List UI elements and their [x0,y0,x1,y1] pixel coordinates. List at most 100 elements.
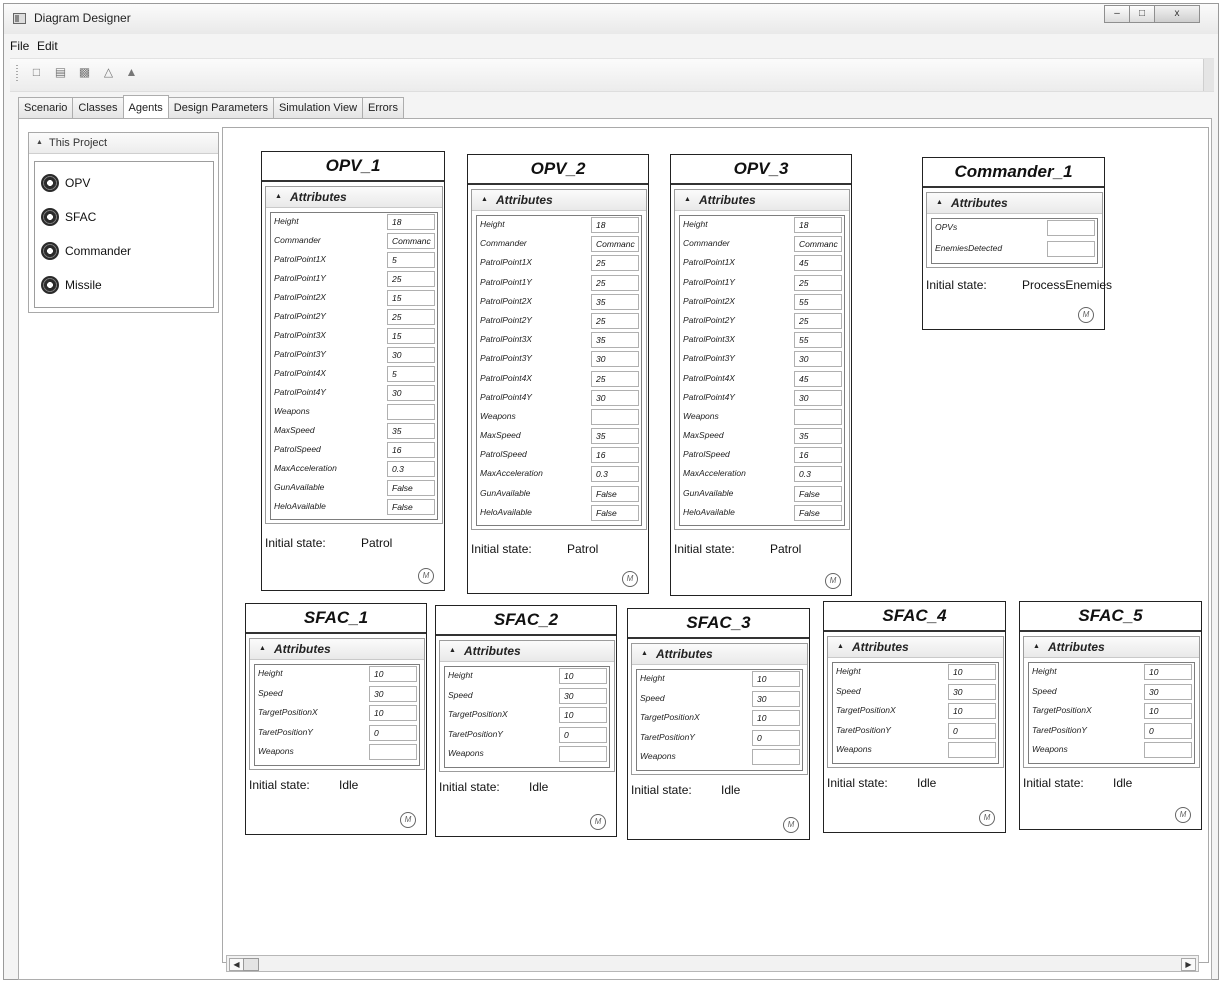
attribute-value-field[interactable]: 5 [387,252,435,268]
attribute-value-field[interactable] [948,742,996,758]
toolbar-overflow[interactable] [1203,59,1214,91]
attribute-value-field[interactable] [387,404,435,420]
initial-state-value[interactable]: Patrol [361,536,392,550]
attribute-value-field[interactable]: 18 [387,214,435,230]
attribute-value-field[interactable]: 30 [794,351,842,368]
attribute-value-field[interactable]: 0.3 [387,461,435,477]
attribute-value-field[interactable]: False [387,499,435,515]
scroll-thumb[interactable] [243,958,259,971]
toolbar-grip[interactable] [16,65,18,83]
agent-card-sfac_2[interactable]: SFAC_2 Attributes Height 10 Speed 30 TargetPos… [435,605,617,837]
menu-file[interactable]: File [10,39,29,53]
initial-state-value[interactable]: Idle [721,783,740,797]
scroll-right-icon[interactable]: ▶ [1181,958,1196,971]
attribute-value-field[interactable]: 55 [794,332,842,349]
attribute-value-field[interactable]: 25 [794,274,842,291]
attribute-value-field[interactable]: 16 [387,442,435,458]
print-icon[interactable]: △ [102,65,115,79]
attribute-value-field[interactable]: 10 [1144,664,1192,680]
attribute-value-field[interactable]: 5 [387,366,435,382]
attribute-value-field[interactable]: 55 [794,293,842,310]
attribute-value-field[interactable]: 10 [752,710,800,726]
menu-edit[interactable]: Edit [37,39,58,53]
attribute-value-field[interactable]: Commanc [591,236,639,253]
attribute-value-field[interactable]: False [794,485,842,502]
tab-errors[interactable]: Errors [362,97,404,118]
attribute-value-field[interactable] [1047,220,1095,236]
attributes-expander[interactable]: Attributes [1024,637,1199,658]
diagram-canvas[interactable]: OPV_1AttributesHeight18CommanderCommancP… [222,127,1209,963]
tab-agents[interactable]: Agents [122,95,169,118]
attribute-value-field[interactable]: 30 [387,347,435,363]
attribute-value-field[interactable]: 25 [387,309,435,325]
attribute-value-field[interactable]: 25 [591,312,639,329]
project-item-opv[interactable]: OPV [41,174,90,192]
tab-scenario[interactable]: Scenario [18,97,74,118]
attribute-value-field[interactable]: 35 [794,428,842,445]
attribute-value-field[interactable]: 0 [948,722,996,739]
attribute-value-field[interactable]: 0.3 [591,466,639,483]
maximize-button[interactable]: □ [1129,5,1155,23]
agent-card-sfac_1[interactable]: SFAC_1 Attributes Height 10 Speed 30 TargetPos… [245,603,427,835]
export-icon[interactable]: ▲ [125,65,138,79]
attribute-value-field[interactable]: 35 [591,332,639,349]
attribute-value-field[interactable] [1047,241,1095,257]
new-icon[interactable]: □ [30,65,43,79]
attribute-value-field[interactable]: 30 [752,690,800,707]
attribute-value-field[interactable]: 0.3 [794,466,842,483]
attribute-value-field[interactable]: False [387,480,435,496]
attribute-value-field[interactable] [559,746,607,762]
attribute-value-field[interactable] [591,408,639,425]
attributes-expander[interactable]: Attributes [675,190,849,211]
attribute-value-field[interactable] [1144,742,1192,758]
attribute-value-field[interactable]: 25 [387,271,435,287]
attribute-value-field[interactable] [794,408,842,425]
attribute-value-field[interactable]: 16 [591,447,639,464]
attribute-value-field[interactable]: 30 [369,685,417,702]
attribute-value-field[interactable]: 30 [591,351,639,368]
attribute-value-field[interactable]: 25 [591,274,639,291]
attribute-value-field[interactable]: 10 [559,707,607,723]
attributes-expander[interactable]: Attributes [828,637,1003,658]
attributes-expander[interactable]: Attributes [250,639,424,660]
attribute-value-field[interactable]: 15 [387,328,435,344]
project-panel-header[interactable]: This Project [29,133,218,154]
attribute-value-field[interactable]: 0 [1144,722,1192,739]
attribute-value-field[interactable]: 25 [794,312,842,329]
attributes-expander[interactable]: Attributes [927,193,1102,214]
scroll-left-icon[interactable]: ◀ [229,958,244,971]
attribute-value-field[interactable]: 0 [369,724,417,741]
attribute-value-field[interactable]: Commanc [794,236,842,253]
agent-card-sfac_5[interactable]: SFAC_5 Attributes Height 10 Speed 30 TargetPos… [1019,601,1202,830]
open-icon[interactable]: ▤ [54,65,67,79]
attribute-value-field[interactable]: 10 [369,666,417,682]
attribute-value-field[interactable]: 0 [559,726,607,743]
initial-state-value[interactable]: ProcessEnemies [1022,278,1112,292]
agent-card-opv_3[interactable]: OPV_3AttributesHeight18CommanderCommancP… [670,154,852,596]
tab-classes[interactable]: Classes [72,97,124,118]
agent-card-commander_1[interactable]: Commander_1 Attributes OPVs EnemiesDetected… [922,157,1112,330]
attribute-value-field[interactable]: 0 [752,729,800,746]
attribute-value-field[interactable]: 25 [591,370,639,387]
project-item-commander[interactable]: Commander [41,242,131,260]
attributes-expander[interactable]: Attributes [266,187,442,208]
agent-card-sfac_4[interactable]: SFAC_4 Attributes Height 10 Speed 30 TargetPos… [823,601,1006,833]
attribute-value-field[interactable]: 10 [948,664,996,680]
minimize-button[interactable]: – [1104,5,1130,23]
attribute-value-field[interactable]: 30 [387,385,435,401]
initial-state-value[interactable]: Patrol [770,542,801,556]
initial-state-value[interactable]: Idle [1113,776,1132,790]
attribute-value-field[interactable]: 18 [591,217,639,233]
attribute-value-field[interactable]: 10 [559,668,607,684]
attribute-value-field[interactable]: 10 [1144,703,1192,719]
tab-design-parameters[interactable]: Design Parameters [167,97,274,118]
attribute-value-field[interactable]: 10 [948,703,996,719]
attribute-value-field[interactable]: 10 [369,705,417,721]
attribute-value-field[interactable]: 30 [794,389,842,406]
attributes-expander[interactable]: Attributes [472,190,646,211]
agent-card-opv_1[interactable]: OPV_1 Attributes Height 18 Commander Commanc P… [261,151,445,591]
agent-card-opv_2[interactable]: OPV_2AttributesHeight18CommanderCommancP… [467,154,649,594]
attribute-value-field[interactable]: 15 [387,290,435,306]
agent-card-sfac_3[interactable]: SFAC_3 Attributes Height 10 Speed 30 TargetPos… [627,608,810,840]
initial-state-value[interactable]: Idle [529,780,548,794]
